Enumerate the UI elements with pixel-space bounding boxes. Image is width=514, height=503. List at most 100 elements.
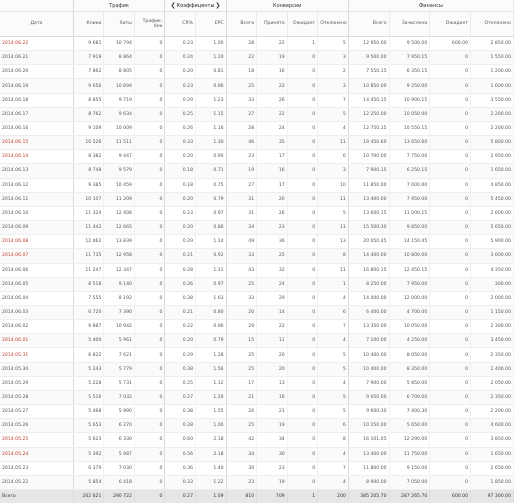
cr-cell: 0.33 xyxy=(165,475,196,489)
cr-cell: 0.20 xyxy=(165,150,196,164)
fin-credited-cell: 8 050.00 xyxy=(389,348,430,362)
col-hits-header[interactable]: Хиты xyxy=(104,12,135,37)
fin-pending-cell: 600.00 xyxy=(430,37,471,51)
col-fin-rejected-header[interactable]: Отклонено xyxy=(471,12,514,37)
date-cell: 2014.06.18 xyxy=(0,93,73,107)
fin-rejected-cell: 5 900.00 xyxy=(471,235,514,249)
chevron-right-icon[interactable]: ❯ xyxy=(214,2,221,9)
conv-rejected-cell: 11 xyxy=(318,221,349,235)
total-fin-credited: 287 265.70 xyxy=(389,490,430,503)
col-clicks-header[interactable]: Клики xyxy=(73,12,104,37)
hits-cell: 6 418 xyxy=(104,475,135,489)
clicks-cell: 11 442 xyxy=(73,221,104,235)
conv-accepted-cell: 14 xyxy=(257,305,288,319)
conv-rejected-cell: 5 xyxy=(318,348,349,362)
conv-pending-cell: 0 xyxy=(287,419,318,433)
cr-cell: 0.38 xyxy=(165,405,196,419)
epc-cell: 0.79 xyxy=(196,334,227,348)
cr-cell: 0.18 xyxy=(165,178,196,192)
conv-total-cell: 34 xyxy=(226,221,257,235)
col-date-header[interactable]: Дата xyxy=(0,12,73,37)
table-row: 2014.06.217 9198 86400.241.202219039 500… xyxy=(0,51,514,65)
fin-credited-cell: 5 650.00 xyxy=(389,419,430,433)
hits-cell: 9 634 xyxy=(104,107,135,121)
fin-pending-cell: 0 xyxy=(430,475,471,489)
conv-accepted-cell: 22 xyxy=(257,79,288,93)
conv-accepted-cell: 26 xyxy=(257,93,288,107)
fin-pending-cell: 0 xyxy=(430,164,471,178)
table-row: 2014.05.305 2435 77900.381.5625200510 40… xyxy=(0,362,514,376)
fin-pending-cell: 0 xyxy=(430,93,471,107)
fin-credited-cell: 4 700.00 xyxy=(389,305,430,319)
col-cr-header[interactable]: CR% xyxy=(165,12,196,37)
conv-total-cell: 31 xyxy=(226,192,257,206)
col-conv-rejected-header[interactable]: Отклонено xyxy=(318,12,349,37)
conv-accepted-cell: 17 xyxy=(257,150,288,164)
fin-rejected-cell: 2 300.00 xyxy=(471,320,514,334)
conv-pending-cell: 0 xyxy=(287,348,318,362)
conv-total-cell: 29 xyxy=(226,320,257,334)
hits-cell: 12 347 xyxy=(104,263,135,277)
chevron-left-icon[interactable]: ❮ xyxy=(170,2,177,9)
col-conv-accepted-header[interactable]: Принято xyxy=(257,12,288,37)
conv-accepted-cell: 30 xyxy=(257,447,288,461)
conv-pending-cell: 0 xyxy=(287,93,318,107)
table-row: 2014.06.0711 73512 95800.210.9233250814 … xyxy=(0,249,514,263)
fin-total-cell: 7 900.00 xyxy=(348,376,389,390)
traffic-back-cell: 0 xyxy=(134,249,165,263)
cr-cell: 0.21 xyxy=(165,305,196,319)
col-fin-total-header[interactable]: Всего xyxy=(348,12,389,37)
col-fin-pending-header[interactable]: Ожидает xyxy=(430,12,471,37)
date-cell: 2014.06.19 xyxy=(0,79,73,93)
total-cr: 0.27 xyxy=(165,490,196,503)
fin-rejected-cell: 4 350.00 xyxy=(471,263,514,277)
table-row: 2014.06.1110 10711 20900.200.79312001113… xyxy=(0,192,514,206)
conv-rejected-cell: 1 xyxy=(318,277,349,291)
fin-total-cell: 16 101.05 xyxy=(348,433,389,447)
col-conv-total-header[interactable]: Всего xyxy=(226,12,257,37)
fin-total-cell: 9 500.00 xyxy=(348,51,389,65)
fin-pending-cell: 0 xyxy=(430,107,471,121)
fin-pending-cell: 0 xyxy=(430,320,471,334)
table-row: 2014.06.229 68110 79400.231.0028221512 9… xyxy=(0,37,514,51)
traffic-back-cell: 0 xyxy=(134,390,165,404)
fin-pending-cell: 0 xyxy=(430,192,471,206)
hits-cell: 13 839 xyxy=(104,235,135,249)
fin-credited-cell: 7 950.15 xyxy=(389,51,430,65)
fin-credited-cell: 6 250.15 xyxy=(389,164,430,178)
group-empty xyxy=(0,0,73,12)
date-cell: 2014.05.29 xyxy=(0,376,73,390)
conv-pending-cell: 0 xyxy=(287,334,318,348)
fin-pending-cell: 0 xyxy=(430,447,471,461)
cr-cell: 0.27 xyxy=(165,390,196,404)
hits-cell: 7 030 xyxy=(104,461,135,475)
fin-credited-cell: 7 050.00 xyxy=(389,475,430,489)
fin-total-cell: 10 400.00 xyxy=(348,362,389,376)
clicks-cell: 5 228 xyxy=(73,376,104,390)
fin-pending-cell: 0 xyxy=(430,206,471,220)
fin-total-cell: 11 850.00 xyxy=(348,178,389,192)
col-traffic-back-header[interactable]: Трафик-бек xyxy=(134,12,165,37)
conv-pending-cell: 0 xyxy=(287,79,318,93)
fin-pending-cell: 0 xyxy=(430,405,471,419)
fin-credited-cell: 12 450.15 xyxy=(389,263,430,277)
date-cell: 2014.06.02 xyxy=(0,320,73,334)
traffic-back-cell: 0 xyxy=(134,107,165,121)
fin-rejected-cell: 1 850.00 xyxy=(471,475,514,489)
fin-pending-cell: 0 xyxy=(430,334,471,348)
col-fin-credited-header[interactable]: Зачислено xyxy=(389,12,430,37)
total-conv-total: 810 xyxy=(226,490,257,503)
fin-pending-cell: 0 xyxy=(430,136,471,150)
fin-credited-cell: 8 350.00 xyxy=(389,362,430,376)
fin-pending-cell: 0 xyxy=(430,150,471,164)
col-conv-pending-header[interactable]: Ожидает xyxy=(287,12,318,37)
conv-total-cell: 22 xyxy=(226,51,257,65)
conv-total-cell: 43 xyxy=(226,263,257,277)
cr-cell: 0.23 xyxy=(165,206,196,220)
fin-total-cell: 10 850.00 xyxy=(348,79,389,93)
cr-cell: 0.38 xyxy=(165,362,196,376)
col-epc-header[interactable]: EPC xyxy=(196,12,227,37)
table-row: 2014.06.199 65610 69400.230.9625220310 8… xyxy=(0,79,514,93)
cr-cell: 0.36 xyxy=(165,461,196,475)
clicks-cell: 5 243 xyxy=(73,362,104,376)
